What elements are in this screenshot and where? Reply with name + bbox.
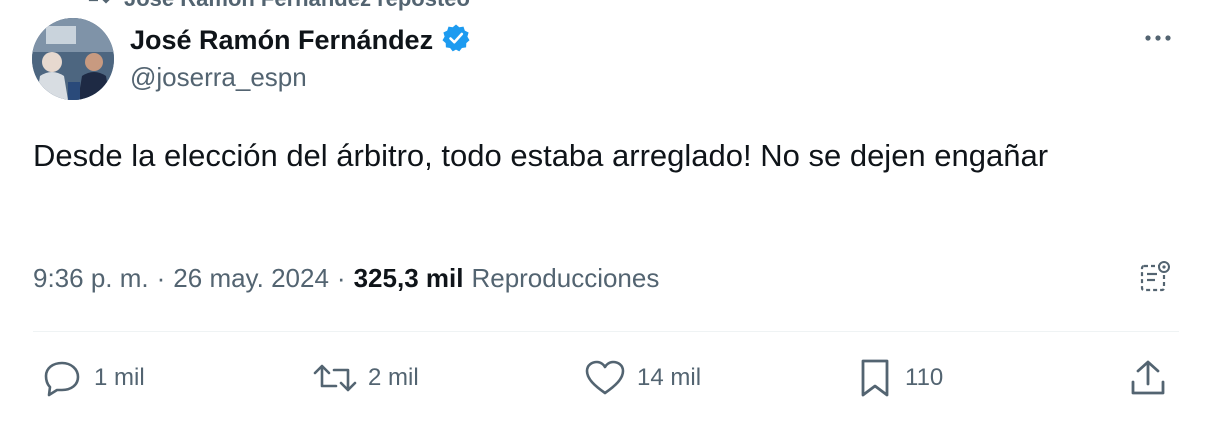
author-name-row[interactable]: José Ramón Fernández xyxy=(130,22,471,58)
reply-icon xyxy=(40,358,84,398)
tweet-date[interactable]: 26 may. 2024 xyxy=(173,263,329,294)
tweet-meta: 9:36 p. m. · 26 may. 2024 · 325,3 mil Re… xyxy=(33,259,659,297)
repost-label: José Ramón Fernández reposteó xyxy=(124,0,470,12)
divider xyxy=(33,331,1179,332)
views-count: 325,3 mil xyxy=(353,262,464,293)
retweet-icon xyxy=(312,358,358,398)
share-icon xyxy=(1126,356,1170,400)
analytics-button[interactable] xyxy=(1134,256,1178,300)
heart-icon xyxy=(583,358,627,398)
like-count: 14 mil xyxy=(637,364,702,391)
meta-separator: · xyxy=(156,262,166,293)
bookmark-count: 110 xyxy=(905,364,944,391)
author-display-name[interactable]: José Ramón Fernández xyxy=(130,25,433,56)
bookmark-button[interactable]: 110 xyxy=(855,356,943,400)
repost-header[interactable]: José Ramón Fernández reposteó xyxy=(86,0,470,12)
verified-badge-icon xyxy=(441,23,471,58)
meta-separator: · xyxy=(336,262,346,293)
avatar[interactable] xyxy=(32,18,114,100)
more-options-icon xyxy=(1143,29,1173,47)
retweet-button[interactable]: 2 mil xyxy=(312,356,419,400)
retweet-count: 2 mil xyxy=(368,364,419,391)
analytics-icon xyxy=(1139,259,1173,298)
reply-button[interactable]: 1 mil xyxy=(40,356,145,400)
bookmark-icon xyxy=(855,356,895,400)
reply-count: 1 mil xyxy=(94,364,145,391)
share-button[interactable] xyxy=(1126,356,1170,400)
repost-icon xyxy=(86,0,110,12)
like-button[interactable]: 14 mil xyxy=(583,356,701,400)
author-handle[interactable]: @joserra_espn xyxy=(130,62,307,93)
tweet-text: Desde la elección del árbitro, todo esta… xyxy=(33,138,1049,173)
tweet-time[interactable]: 9:36 p. m. xyxy=(33,263,149,294)
views-label: Reproducciones xyxy=(471,262,660,293)
more-options-button[interactable] xyxy=(1136,22,1180,54)
